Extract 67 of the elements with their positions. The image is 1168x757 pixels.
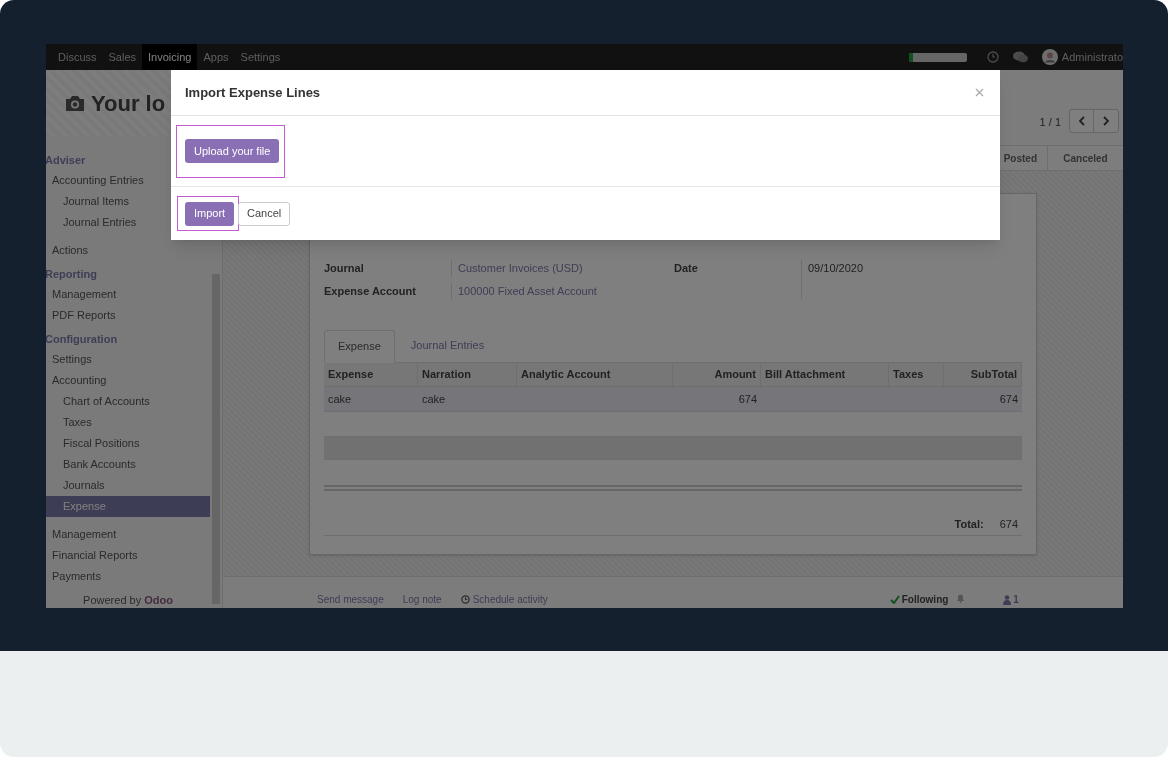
camera-icon: [65, 94, 85, 112]
tab[interactable]: Journal Entries: [397, 329, 498, 362]
chevron-right-icon: [1102, 116, 1110, 126]
field-link[interactable]: 100000 Fixed Asset Account: [452, 282, 597, 299]
sidebar-item[interactable]: PDF Reports: [46, 305, 210, 326]
total-label: Total:: [954, 517, 984, 532]
app-menu-item[interactable]: Settings: [234, 44, 287, 70]
column-header[interactable]: SubTotal: [944, 363, 1022, 386]
menu-section-title: Configuration: [46, 331, 119, 347]
field-link[interactable]: Customer Invoices (USD): [452, 260, 583, 277]
brand-link[interactable]: Odoo: [144, 592, 173, 608]
stage-button[interactable]: Canceled: [1047, 146, 1123, 170]
table-cell-text: 674: [999, 391, 1018, 407]
field-label: Journal: [324, 260, 452, 277]
sidebar-item[interactable]: Management: [46, 284, 210, 305]
sidebar-item[interactable]: Expense: [46, 496, 210, 517]
chat-icon: [1012, 51, 1028, 63]
user-icon: [1003, 594, 1012, 605]
upload-button[interactable]: Upload your file: [185, 139, 280, 163]
column-header[interactable]: Analytic Account: [517, 363, 673, 386]
bell-icon: [956, 593, 966, 603]
chatter-link[interactable]: Send message: [317, 592, 384, 607]
sidebar-item[interactable]: Accounting: [46, 370, 210, 391]
pager-text: 1 / 1: [1039, 115, 1061, 130]
sidebar-item[interactable]: Actions: [46, 240, 210, 261]
sidebar-item[interactable]: Chart of Accounts: [46, 391, 210, 412]
import-button[interactable]: Import: [185, 201, 235, 226]
column-header[interactable]: Bill Attachment: [761, 363, 889, 386]
sidebar-item[interactable]: Fiscal Positions: [46, 433, 210, 454]
table-cell-text: cake: [328, 391, 352, 407]
avatar-icon: [1041, 49, 1058, 65]
close-icon: [975, 88, 984, 97]
check-icon: [889, 595, 900, 604]
app-menu-item[interactable]: Apps: [197, 44, 235, 70]
table-row[interactable]: cake cake 674 674: [324, 387, 1022, 412]
column-header[interactable]: Amount: [673, 363, 761, 386]
sidebar-item[interactable]: Settings: [46, 349, 210, 370]
total-value: 674: [999, 517, 1018, 532]
followers-count[interactable]: 1: [1013, 592, 1019, 607]
sidebar-item[interactable]: Management: [46, 524, 210, 545]
following-button[interactable]: Following: [901, 592, 949, 607]
clock-icon: [986, 51, 999, 63]
progress-bar: [908, 52, 967, 62]
app-menu-item[interactable]: Discuss: [52, 44, 103, 70]
column-header[interactable]: Narration: [418, 363, 517, 386]
field-label: Expense Account: [324, 282, 452, 299]
chatter-link[interactable]: Schedule activity: [472, 592, 548, 607]
sidebar-item[interactable]: Bank Accounts: [46, 454, 210, 475]
field-value: 09/10/2020: [807, 261, 864, 276]
clock-icon: [460, 595, 470, 604]
sidebar-item[interactable]: Payments: [46, 566, 210, 587]
sidebar-item[interactable]: Journals: [46, 475, 210, 496]
column-header[interactable]: Taxes: [889, 363, 944, 386]
chevron-left-icon: [1077, 116, 1086, 126]
cancel-button[interactable]: Cancel: [238, 201, 291, 226]
table-cell-text: cake: [422, 391, 446, 407]
sidebar-item[interactable]: Financial Reports: [46, 545, 210, 566]
powered-by-text: Powered by: [83, 593, 142, 608]
sidebar-item[interactable]: Taxes: [46, 412, 210, 433]
tab[interactable]: Expense: [324, 330, 395, 363]
menu-section-title: Reporting: [46, 266, 98, 282]
user-name[interactable]: Administrato: [1061, 48, 1123, 66]
table-cell-text: 674: [738, 391, 757, 407]
app-menu-item[interactable]: Invoicing: [142, 44, 198, 70]
field-label: Date: [674, 260, 802, 299]
logo-text: Your lo: [91, 89, 166, 118]
column-header[interactable]: Expense: [324, 363, 418, 386]
